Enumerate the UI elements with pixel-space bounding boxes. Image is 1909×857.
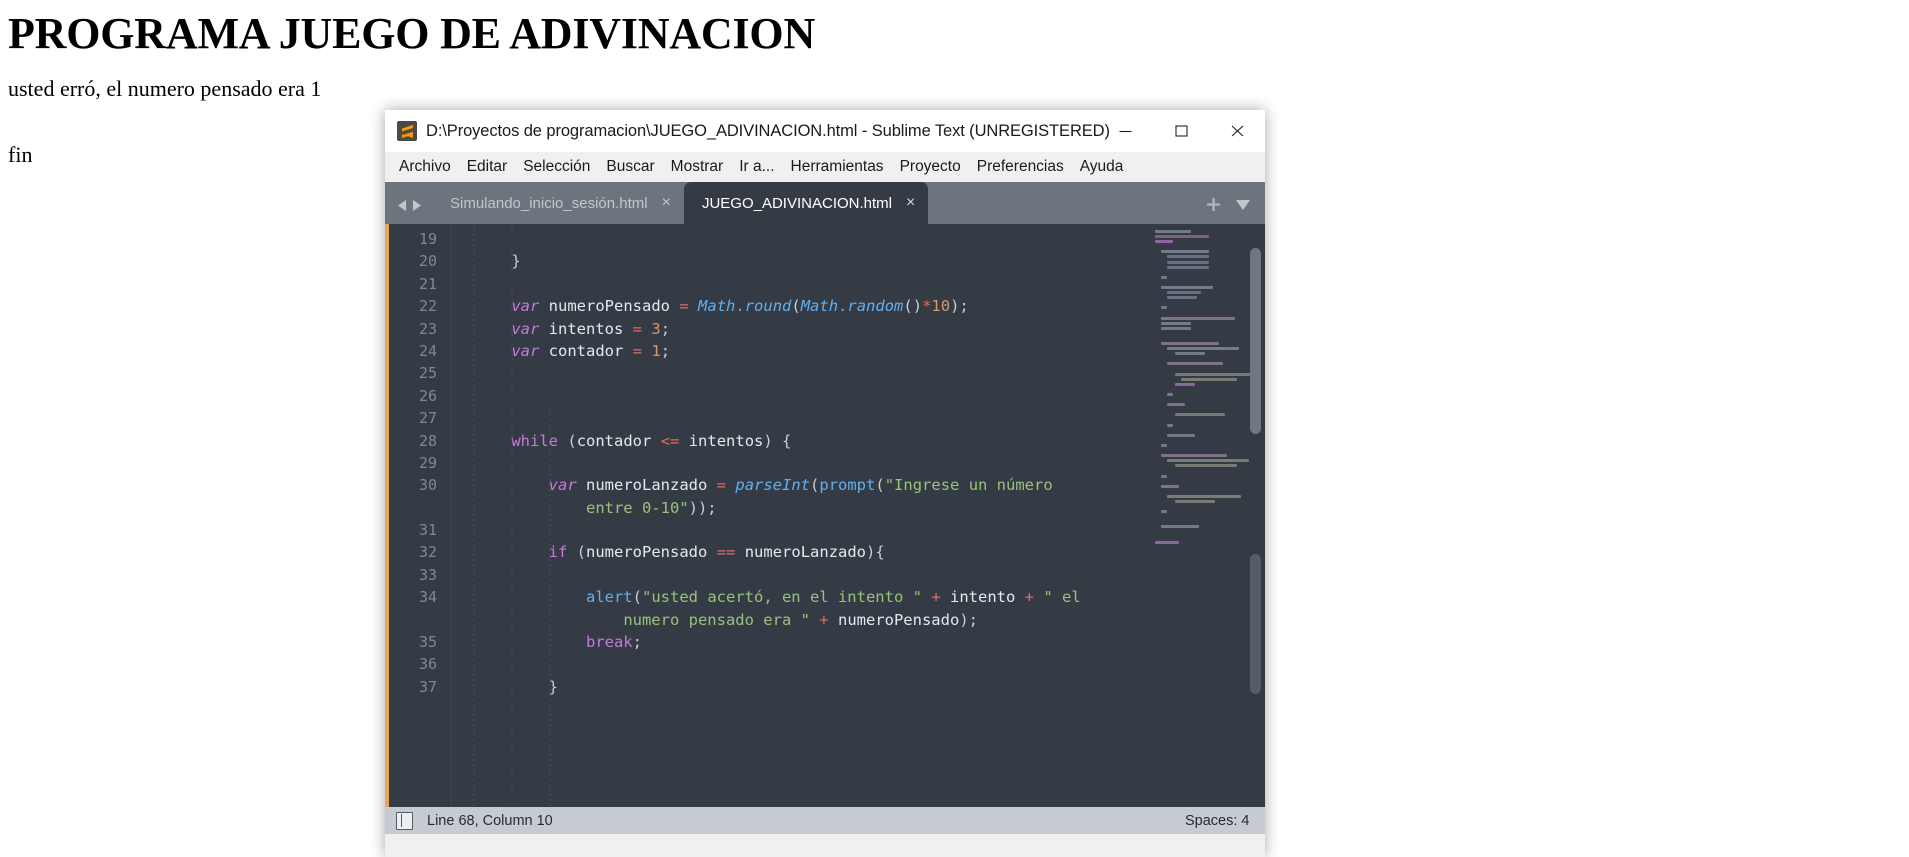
plus-icon[interactable] <box>1206 197 1221 212</box>
page-title: PROGRAMA JUEGO DE ADIVINACION <box>8 9 816 58</box>
code-editor[interactable]: 19 20 21 22 23 24 25 26 27 28 29 30 31 3… <box>385 224 1265 807</box>
code-line-28: while (contador <= intentos) { <box>511 431 792 450</box>
minimize-icon <box>1119 130 1131 133</box>
line-number: 33 <box>418 565 437 584</box>
menu-bar: Archivo Editar Selección Buscar Mostrar … <box>385 152 1265 182</box>
tab-list: Simulando_inicio_sesión.html × JUEGO_ADI… <box>432 182 929 224</box>
tab-close-icon[interactable]: × <box>662 195 671 211</box>
tab-juego-adivinacion[interactable]: JUEGO_ADIVINACION.html × <box>683 182 929 224</box>
editor-scrollbar-thumb[interactable] <box>1250 248 1261 434</box>
line-number: 28 <box>418 431 437 450</box>
editor-scrollbar-thumb-secondary[interactable] <box>1250 554 1261 694</box>
line-number: 36 <box>418 655 437 674</box>
line-number: 29 <box>418 453 437 472</box>
code-line-34-wrap: numero pensado era " + numeroPensado); <box>623 610 978 629</box>
menu-item-archivo[interactable]: Archivo <box>391 155 459 179</box>
code-line-34: alert("usted acertó, en el intento " + i… <box>585 588 1081 607</box>
page-result-text: usted erró, el numero pensado era 1 <box>8 76 322 101</box>
code-line-20: } <box>511 252 521 271</box>
chevron-right-icon[interactable] <box>411 199 422 212</box>
line-number: 19 <box>418 230 437 248</box>
line-number: 20 <box>418 252 437 271</box>
menu-item-proyecto[interactable]: Proyecto <box>892 155 969 179</box>
line-number <box>389 497 451 519</box>
chevron-left-icon[interactable] <box>397 199 408 212</box>
tab-bar-actions <box>1206 197 1265 224</box>
line-number-gutter: 19 20 21 22 23 24 25 26 27 28 29 30 31 3… <box>389 224 451 807</box>
indentation-setting[interactable]: Spaces: 4 <box>1185 813 1250 829</box>
code-line-35: break; <box>585 633 642 652</box>
code-line-22: var numeroPensado = Math.round(Math.rand… <box>511 297 969 316</box>
menu-item-ir-a[interactable]: Ir a... <box>731 155 782 179</box>
line-number: 34 <box>418 588 437 607</box>
line-number: 25 <box>418 364 437 383</box>
window-title-text: D:\Proyectos de programacion\JUEGO_ADIVI… <box>426 121 1110 140</box>
close-icon <box>1231 125 1243 137</box>
tab-label: JUEGO_ADIVINACION.html <box>701 194 892 212</box>
menu-item-preferencias[interactable]: Preferencias <box>969 155 1072 179</box>
menu-item-editar[interactable]: Editar <box>459 155 516 179</box>
line-number: 37 <box>418 677 437 696</box>
tab-simulando-inicio-sesion[interactable]: Simulando_inicio_sesión.html × <box>432 182 684 224</box>
tab-navigation <box>385 199 432 224</box>
tab-close-icon[interactable]: × <box>906 195 915 211</box>
line-number <box>389 609 451 631</box>
maximize-button[interactable] <box>1153 110 1209 152</box>
menu-item-herramientas[interactable]: Herramientas <box>783 155 892 179</box>
menu-item-mostrar[interactable]: Mostrar <box>663 155 732 179</box>
line-number: 26 <box>418 386 437 405</box>
tab-label: Simulando_inicio_sesión.html <box>450 194 648 212</box>
menu-item-seleccion[interactable]: Selección <box>515 155 598 179</box>
line-number: 35 <box>418 633 437 652</box>
line-number: 30 <box>418 476 437 495</box>
menu-item-ayuda[interactable]: Ayuda <box>1072 155 1132 179</box>
tab-bar: Simulando_inicio_sesión.html × JUEGO_ADI… <box>385 182 1265 224</box>
code-text-area[interactable]: } var numeroPensado = Math.round(Math.ra… <box>451 224 1265 807</box>
chevron-down-icon[interactable] <box>1235 199 1251 211</box>
editor-scrollbar-track[interactable] <box>1250 224 1263 807</box>
cursor-position: Line 68, Column 10 <box>427 812 553 829</box>
code-line-30-wrap: entre 0-10")); <box>585 498 717 517</box>
code-line-37: } <box>548 677 558 696</box>
window-controls <box>1097 110 1265 152</box>
window-title-bar[interactable]: D:\Proyectos de programacion\JUEGO_ADIVI… <box>385 110 1265 152</box>
menu-item-buscar[interactable]: Buscar <box>598 155 662 179</box>
sublime-text-window: D:\Proyectos de programacion\JUEGO_ADIVI… <box>385 110 1265 857</box>
code-line-32: if (numeroPensado == numeroLanzado){ <box>548 543 885 562</box>
line-number: 32 <box>418 543 437 562</box>
code-line-23: var intentos = 3; <box>511 319 671 338</box>
sublime-text-icon <box>397 121 417 141</box>
code-line-24: var contador = 1; <box>511 341 671 360</box>
panel-toggle-icon[interactable] <box>396 811 413 830</box>
line-number: 21 <box>418 274 437 293</box>
code-line-30: var numeroLanzado = parseInt(prompt("Ing… <box>548 476 1053 495</box>
status-bar: Line 68, Column 10 Spaces: 4 HTML <box>385 807 1265 834</box>
minimize-button[interactable] <box>1097 110 1153 152</box>
line-number: 23 <box>418 319 437 338</box>
page-end-text: fin <box>8 142 33 167</box>
line-number: 31 <box>418 521 437 540</box>
line-number: 22 <box>418 297 437 316</box>
close-button[interactable] <box>1209 110 1265 152</box>
line-number: 27 <box>418 409 437 428</box>
line-number: 24 <box>418 341 437 360</box>
maximize-icon <box>1174 125 1188 137</box>
